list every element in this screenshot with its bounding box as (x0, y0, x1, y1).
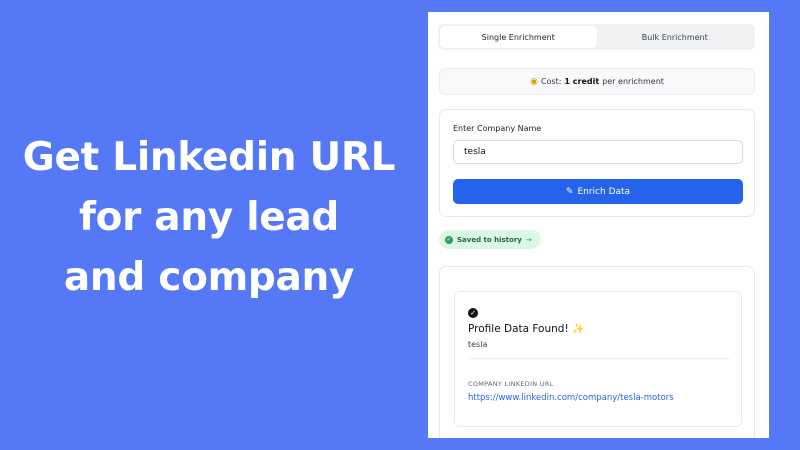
company-form-card: Enter Company Name ✎ Enrich Data (439, 109, 755, 217)
company-name-label: Enter Company Name (453, 124, 542, 133)
result-card: ✓ Profile Data Found! ✨ tesla COMPANY LI… (439, 266, 755, 438)
arrow-right-icon: → (525, 235, 532, 244)
coins-icon: ◉ (530, 76, 538, 87)
saved-to-history-badge[interactable]: ✓ Saved to history → (439, 230, 541, 249)
headline-line-1: Get Linkedin URL (22, 135, 396, 180)
profile-result: ✓ Profile Data Found! ✨ tesla COMPANY LI… (454, 291, 742, 427)
pencil-icon: ✎ (565, 186, 574, 197)
linkedin-url-link[interactable]: https://www.linkedin.com/company/tesla-m… (468, 393, 674, 403)
cost-banner: ◉ Cost: 1 credit per enrichment (439, 68, 755, 95)
enrich-data-button[interactable]: ✎ Enrich Data (453, 179, 743, 204)
tab-bulk-enrichment[interactable]: Bulk Enrichment (597, 26, 754, 48)
check-circle-icon: ✓ (445, 235, 453, 244)
saved-label: Saved to history (457, 235, 522, 244)
linkedin-url-label: COMPANY LINKEDIN URL (468, 380, 554, 388)
result-divider (468, 358, 730, 359)
cost-prefix: Cost: (540, 77, 562, 86)
cost-amount: 1 credit (564, 77, 600, 86)
headline-line-2: for any lead (78, 195, 340, 240)
tab-single-enrichment[interactable]: Single Enrichment (440, 26, 597, 48)
enrich-data-label: Enrich Data (577, 186, 631, 197)
sparkle-icon: ✨ (572, 324, 585, 335)
enrichment-tabs: Single Enrichment Bulk Enrichment (438, 24, 755, 50)
company-name-input[interactable] (453, 140, 743, 164)
check-badge-icon: ✓ (468, 308, 478, 318)
headline: Get Linkedin URL for any lead and compan… (0, 128, 418, 308)
result-title: Profile Data Found! ✨ (468, 323, 584, 335)
headline-line-3: and company (63, 255, 355, 300)
enrichment-panel: Single Enrichment Bulk Enrichment ◉ Cost… (428, 12, 769, 438)
result-subtitle: tesla (468, 340, 488, 349)
result-title-text: Profile Data Found! (468, 323, 569, 335)
cost-suffix: per enrichment (602, 77, 664, 86)
